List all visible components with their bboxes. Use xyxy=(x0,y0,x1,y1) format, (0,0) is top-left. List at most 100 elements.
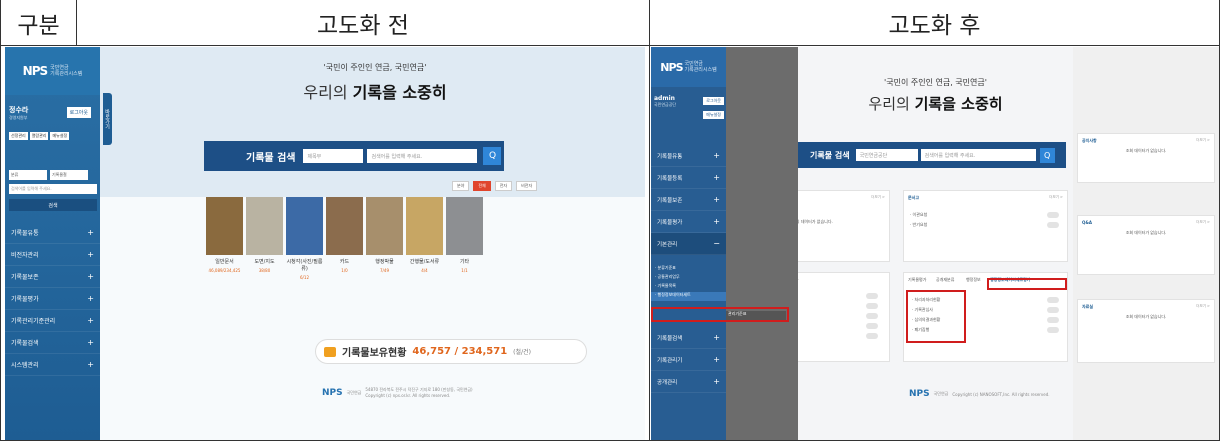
sidebar-menu: 기록물유통 + 비전자관리 + 기록물보존 + 기록물평가 + 기록관리기준관리 + 기록… xyxy=(5,222,100,376)
menu-label: 기록물유통 xyxy=(657,153,683,160)
notice-panel: 공지사항 더보기 > 조회 데이터가 없습니다. xyxy=(1077,133,1215,183)
menu-item[interactable]: 기록물유통 + xyxy=(651,145,726,167)
tab-admin-info[interactable]: 행정정보 xyxy=(966,277,981,283)
filter-all[interactable]: 전체 xyxy=(473,181,491,191)
menu-label: 기록물보존 xyxy=(11,274,39,281)
nps-logo[interactable]: NPS 국민연금 기록관리시스템 xyxy=(651,47,726,87)
record-search-bar: 기록물 검색 제목부 검색어를 입력해 주세요. Q xyxy=(204,141,504,171)
menu-item[interactable]: 기록물등록 + xyxy=(651,167,726,189)
count-badge xyxy=(1047,222,1059,228)
plus-icon: + xyxy=(713,195,720,204)
sidebar: NPS 국민연금 기록관리시스템 admin 국민연금공단 로그아웃 메뉴설정 기… xyxy=(651,47,726,440)
record-card-count: 38/80 xyxy=(258,268,271,273)
sidebar-search-input[interactable]: 검색어를 입력해 주세요. xyxy=(9,184,97,194)
record-card-image xyxy=(366,197,403,255)
record-card[interactable]: 카드 1/0 xyxy=(326,197,363,280)
field-select[interactable]: 제목부 xyxy=(303,149,364,163)
archive-panel: 자료실 더보기 > 조회 데이터가 없습니다. xyxy=(1077,299,1215,363)
sidebar-menu-lower: 기록물검색 + 기록관리기 + 공개관리 + xyxy=(651,327,726,393)
menu-item-active[interactable]: 기본관리 − xyxy=(651,233,726,255)
tab-evaluation[interactable]: 기록물평가 xyxy=(908,277,926,283)
plus-icon: + xyxy=(87,360,94,369)
menu-label: 기록물평가 xyxy=(11,296,39,303)
record-card-count: 1/1 xyxy=(461,268,468,273)
plus-icon: + xyxy=(87,272,94,281)
category-select[interactable]: 분류 xyxy=(9,170,47,180)
menu-item[interactable]: 기록물유통 + xyxy=(5,222,100,244)
menu-item[interactable]: 기록물보존 + xyxy=(5,266,100,288)
menu-item[interactable]: 기록관리기준관리 + xyxy=(5,310,100,332)
quick-button[interactable]: 선정관리 xyxy=(9,132,28,140)
record-card[interactable]: 간행물/도서류 4/4 xyxy=(406,197,443,280)
menu-item[interactable]: 기록물평가 + xyxy=(5,288,100,310)
more-link[interactable]: 더보기 > xyxy=(1196,220,1210,225)
footer-brand-text: 국민연금 xyxy=(346,389,362,395)
record-card-image xyxy=(246,197,283,255)
holdings-value: 46,757 / 234,571 xyxy=(412,346,508,357)
quick-button[interactable]: 메뉴설정 xyxy=(50,132,70,140)
list-item[interactable]: · 반기요청 xyxy=(910,222,927,228)
menu-item[interactable]: 기록물검색 + xyxy=(651,327,726,349)
search-input[interactable]: 검색어를 입력해 주세요. xyxy=(367,149,478,163)
menu-settings-button[interactable]: 메뉴설정 xyxy=(703,111,724,119)
nps-logo[interactable]: NPS 국민연금 기록관리시스템 xyxy=(5,47,100,95)
search-icon[interactable]: Q xyxy=(483,147,502,165)
panel-title: 공지사항 xyxy=(1082,138,1097,143)
count-badge xyxy=(866,293,878,299)
holdings-label: 기록물보유현황 xyxy=(342,348,407,359)
menu-label: 기록물검색 xyxy=(657,335,683,342)
record-card[interactable]: 도면/지도 38/80 xyxy=(246,197,283,280)
count-badge xyxy=(866,303,878,309)
record-card-label: 일반문서 xyxy=(215,259,234,265)
plus-icon: + xyxy=(713,355,720,364)
more-link[interactable]: 더보기 > xyxy=(871,195,885,200)
record-card[interactable]: 시청각(사진/필름류) 6/12 xyxy=(286,197,323,280)
menu-item[interactable]: 기록물보존 + xyxy=(651,189,726,211)
submenu-item[interactable]: · 기록물목록 xyxy=(651,283,726,292)
search-icon[interactable]: Q xyxy=(1039,147,1055,163)
record-search-bar: 기록물 검색 국민연금공단 검색어를 입력해 주세요. Q xyxy=(798,142,1066,168)
menu-item[interactable]: 공개관리 + xyxy=(651,371,726,393)
menu-item[interactable]: 비전자관리 + xyxy=(5,244,100,266)
menu-item[interactable]: 기록물평가 + xyxy=(651,211,726,233)
quick-link-tab[interactable]: 바로가기 xyxy=(103,93,112,145)
plus-icon: + xyxy=(713,217,720,226)
quick-button[interactable]: 열람관리 xyxy=(29,132,49,140)
slogan-a: 우리의 xyxy=(303,83,353,102)
record-card[interactable]: 행정박물 7/49 xyxy=(366,197,403,280)
menu-item[interactable]: 기록관리기 + xyxy=(651,349,726,371)
submenu-item[interactable]: · 분류기준표 xyxy=(651,265,726,274)
record-card[interactable]: 일반문서 46,089/234,425 xyxy=(206,197,243,280)
sidebar-search-button[interactable]: 검색 xyxy=(9,199,97,211)
count-badge xyxy=(1047,307,1059,313)
logout-button[interactable]: 로그아웃 xyxy=(703,97,724,105)
list-item[interactable]: · 이관요청 xyxy=(910,212,927,218)
more-link[interactable]: 더보기 > xyxy=(1196,304,1210,309)
menu-item[interactable]: 기록물검색 + xyxy=(5,332,100,354)
tab-reclassify[interactable]: 공개재분류 xyxy=(936,277,954,283)
filter-electronic[interactable]: 전자 xyxy=(494,181,513,191)
logout-button[interactable]: 로그아웃 xyxy=(66,107,91,118)
submenu-item-active[interactable]: · 행정정보데이터세트 xyxy=(651,292,726,301)
more-link[interactable]: 더보기 > xyxy=(1196,138,1210,143)
more-link[interactable]: 더보기 > xyxy=(1049,195,1063,200)
record-card[interactable]: 기타 1/1 xyxy=(446,197,483,280)
record-card-count: 6/12 xyxy=(300,275,309,280)
field-select[interactable]: 국민연금공단 xyxy=(855,149,918,161)
submenu-item[interactable]: · 공통관리업무 xyxy=(651,274,726,283)
empty-text: 조회 데이터가 없습니다. xyxy=(1125,230,1167,235)
menu-item[interactable]: 시스템관리 + xyxy=(5,354,100,376)
search-label: 기록물 검색 xyxy=(246,152,296,164)
filter-non-electronic[interactable]: 비전자 xyxy=(516,181,538,191)
plus-icon: + xyxy=(713,151,720,160)
footer: NPS 국민연금 54870 전라북도 전주시 덕진구 기지로 180 (만성동… xyxy=(322,387,475,398)
type-select[interactable]: 기록물철 xyxy=(50,170,88,180)
menu-label: 기록물평가 xyxy=(657,219,683,226)
minus-icon: − xyxy=(713,239,720,248)
filter-select[interactable]: 분야 xyxy=(452,181,470,191)
plus-icon: + xyxy=(87,250,94,259)
submenu: · 분류기준표 · 공통관리업무 · 기록물목록 · 행정정보데이터세트 xyxy=(651,265,726,301)
search-input[interactable]: 검색어를 입력해 주세요. xyxy=(920,149,1036,161)
count-badge xyxy=(866,333,878,339)
slogan-title: 우리의 기록을 소중히 xyxy=(100,79,645,103)
